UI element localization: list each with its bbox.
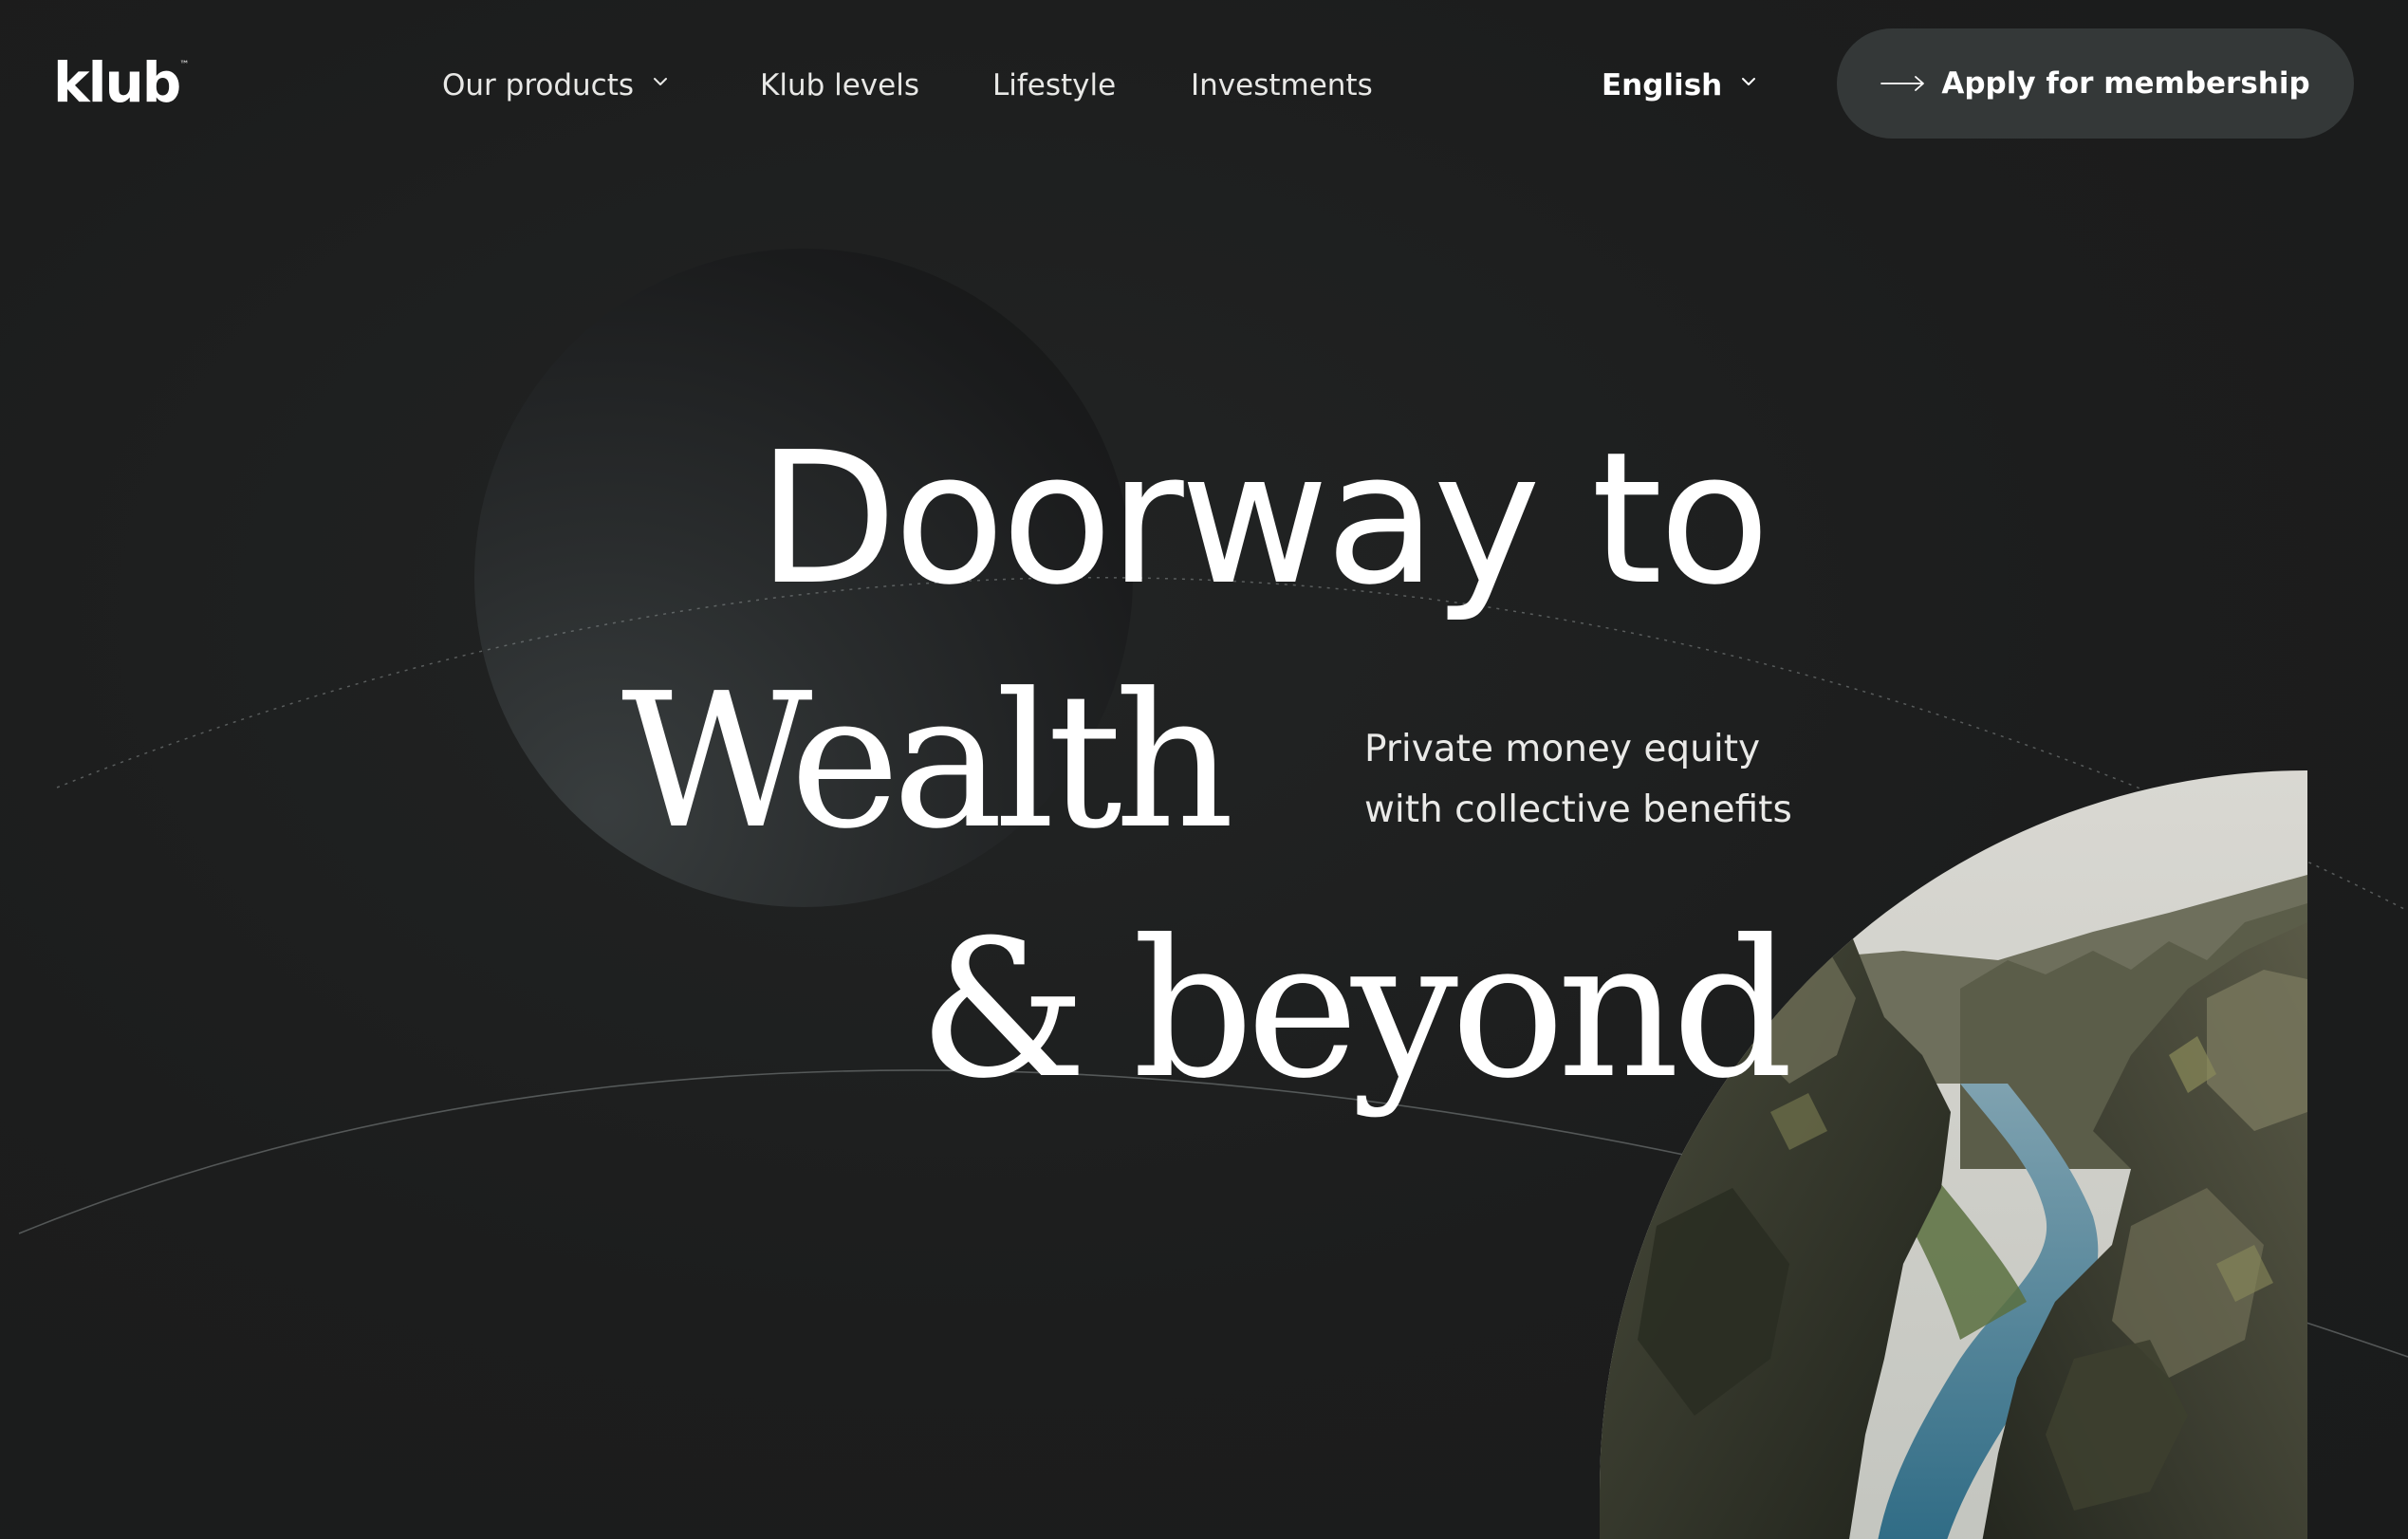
klub-logo[interactable]: klub ™ — [53, 55, 189, 110]
nav-item-label: Klub levels — [760, 68, 919, 102]
nav-item-our-products[interactable]: Our products — [442, 65, 668, 106]
chevron-down-icon — [1741, 74, 1756, 89]
hero-line-doorway: Doorway to — [757, 414, 1770, 625]
apply-for-membership-button[interactable]: Apply for membership — [1837, 28, 2354, 139]
nav-item-label: Lifestyle — [992, 68, 1117, 102]
arrow-right-icon — [1880, 76, 1925, 91]
tagline-line-2: with collective benefits — [1364, 788, 1792, 831]
trademark-mark: ™ — [179, 60, 190, 70]
language-selector[interactable]: English — [1602, 65, 1756, 106]
apply-button-label: Apply for membership — [1941, 66, 2310, 101]
nav-item-label: Investments — [1191, 68, 1373, 102]
nav-item-label: Our products — [442, 68, 635, 102]
hero-line-beyond: & beyond — [918, 899, 1793, 1121]
tagline-line-1: Private money equity — [1364, 728, 1761, 770]
canyon-landscape-image — [1600, 770, 2307, 1539]
hero-tagline: Private money equity with collective ben… — [1364, 719, 1792, 841]
hero-line-wealth: Wealth — [621, 654, 1234, 870]
logo-text: klub — [53, 50, 181, 115]
language-label: English — [1602, 68, 1723, 102]
chevron-down-icon — [653, 74, 668, 89]
site-header: klub ™ Our products Klub levels Lifestyle… — [0, 0, 2408, 171]
nav-item-investments[interactable]: Investments — [1191, 65, 1373, 106]
nav-item-klub-levels[interactable]: Klub levels — [760, 65, 919, 106]
landing-page: klub ™ Our products Klub levels Lifestyle… — [0, 0, 2408, 1539]
nav-item-lifestyle[interactable]: Lifestyle — [992, 65, 1116, 106]
